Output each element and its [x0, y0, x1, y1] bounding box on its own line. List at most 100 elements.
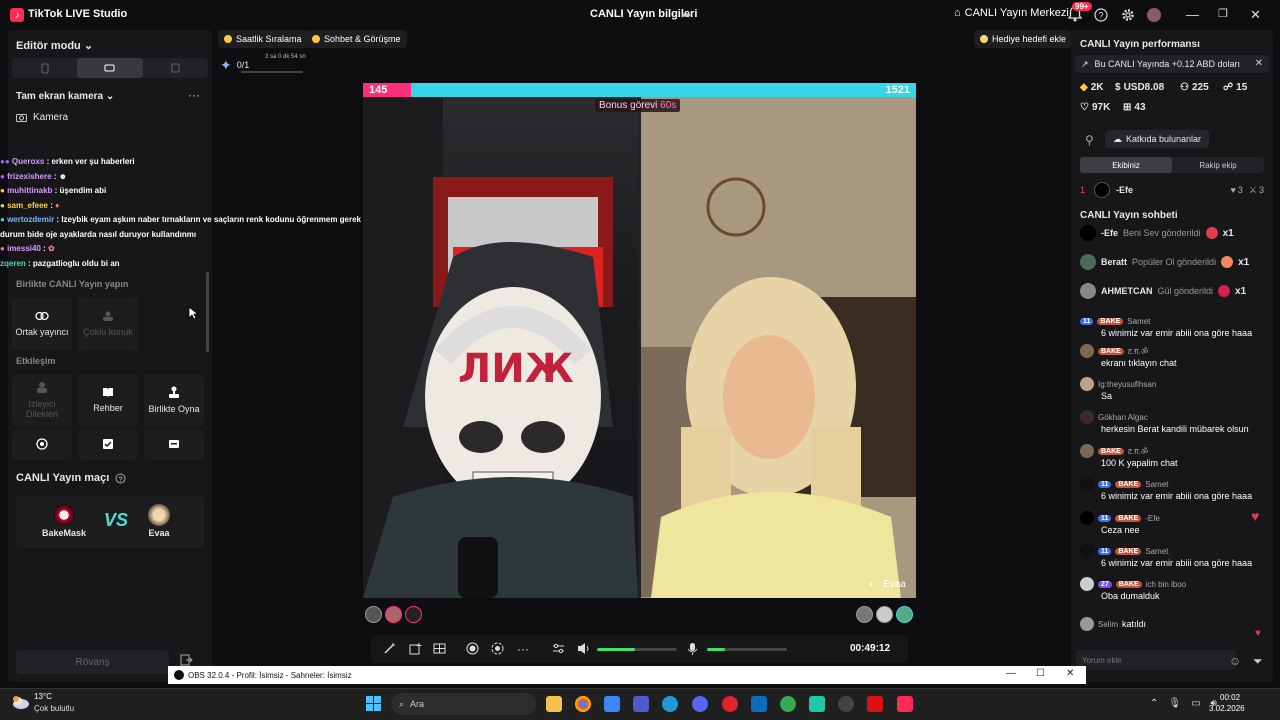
chat-user[interactable]: ट.ग़.ॐ: [1128, 446, 1148, 457]
obs-window-bar[interactable]: OBS 32.0.4 - Profil: İsimsiz - Sahneler:…: [168, 666, 1086, 684]
close-icon[interactable]: ✕: [1255, 58, 1263, 69]
chat-user[interactable]: ट.ग़.ॐ: [1128, 346, 1148, 357]
minimize-icon[interactable]: —: [1006, 668, 1016, 679]
gifter-avatar[interactable]: [385, 606, 402, 623]
rotate-layout-icon[interactable]: [143, 58, 208, 78]
mute-icon[interactable]: 🔈︎: [869, 579, 875, 590]
exit-icon[interactable]: [180, 654, 193, 666]
gifter-avatar[interactable]: [365, 606, 382, 623]
chat-user[interactable]: Samet: [1145, 480, 1168, 489]
display-icon[interactable]: ▭: [1191, 698, 1200, 709]
fullscreen-camera-dropdown[interactable]: Tam ekran kamera ⌄: [16, 91, 114, 102]
volume-slider[interactable]: [597, 648, 677, 651]
chat-user[interactable]: Selim: [1098, 620, 1118, 629]
more-icon[interactable]: ···: [517, 642, 529, 656]
link-icon: [35, 311, 49, 321]
share-arrow-icon[interactable]: ➦: [681, 8, 691, 22]
windows-start-icon[interactable]: [366, 696, 382, 712]
live-match-panel: CANLI Yayın maçı? BakeMask VS Evaa Rövan…: [8, 464, 212, 682]
camera-source[interactable]: Kamera: [16, 112, 68, 123]
close-icon[interactable]: ✕: [1066, 668, 1074, 679]
comment-input[interactable]: Yorum ekle: [1076, 650, 1236, 670]
play-together-button[interactable]: Birlikte Oyna: [144, 374, 204, 426]
gifter-avatar[interactable]: [405, 606, 422, 623]
obs-taskbar-icon[interactable]: [838, 696, 854, 712]
editor-mode-dropdown[interactable]: Editör modu ⌄: [16, 39, 93, 52]
speaker-icon[interactable]: [577, 642, 591, 655]
filter-icon[interactable]: ⏷: [1253, 654, 1263, 669]
adjust-icon[interactable]: [552, 642, 565, 655]
multi-guest-button[interactable]: Çoklu konuk: [78, 298, 138, 350]
viewer-requests-button[interactable]: İzleyici Dilekleri: [12, 374, 72, 426]
guide-button[interactable]: Rehber: [78, 374, 138, 426]
taskbar-search[interactable]: ⌕ Ara: [391, 693, 536, 715]
help-icon[interactable]: ?: [115, 473, 126, 484]
opera-icon[interactable]: [722, 696, 738, 712]
gifter-avatar[interactable]: [856, 606, 873, 623]
live-preview[interactable]: ЛИЖ 🔈︎ Evaa 145 1521 Bonus görevi 60s: [363, 83, 916, 598]
more-options-icon[interactable]: ···: [188, 88, 200, 102]
edge-icon[interactable]: [662, 696, 678, 712]
tiktok-taskbar-icon[interactable]: [897, 696, 913, 712]
chevron-up-icon[interactable]: ⌃: [1150, 698, 1158, 709]
chat-user[interactable]: ich bin iboo: [1146, 580, 1186, 589]
match-card[interactable]: BakeMask VS Evaa: [16, 496, 204, 548]
mic-tray-icon[interactable]: 🎙︎: [1168, 698, 1181, 709]
inbox-tool-button[interactable]: [144, 430, 204, 460]
browser-icon[interactable]: [780, 696, 796, 712]
overlay-chat-row: ● imessi40 : ✿: [0, 244, 55, 253]
contributors-button[interactable]: ☁ Katkıda bulunanlar: [1105, 130, 1210, 148]
portrait-layout-icon[interactable]: [12, 58, 77, 78]
minimize-icon[interactable]: —: [1186, 7, 1199, 22]
scrollbar[interactable]: [206, 272, 209, 352]
emoji-icon[interactable]: ☺: [1229, 654, 1241, 668]
tab-rival-team[interactable]: Rakip ekip: [1172, 157, 1264, 173]
contributor-row[interactable]: 1 -Efe ♥ 3 ⚔ 3: [1080, 182, 1264, 198]
restore-icon[interactable]: ❐: [1218, 7, 1228, 20]
badge-icon: ●: [0, 215, 5, 224]
user-add-icon[interactable]: ⚲: [1085, 133, 1094, 147]
magic-wand-icon[interactable]: [383, 642, 396, 655]
maximize-icon[interactable]: ☐: [1036, 668, 1045, 679]
clock-time[interactable]: 00:02: [1220, 693, 1240, 702]
chat-user[interactable]: Gökhan Algac: [1098, 413, 1148, 422]
app-icon[interactable]: [809, 696, 825, 712]
store-icon[interactable]: [604, 696, 620, 712]
chat-meet-button[interactable]: Sohbet & Görüşme: [306, 30, 407, 48]
chat-message: 11 BAKE Samet 6 winimiz var emir abiii ona …: [1080, 544, 1270, 568]
cloud-icon[interactable]: [12, 694, 30, 712]
clock-date[interactable]: 3.02.2026: [1209, 704, 1245, 713]
poll-tool-button[interactable]: [78, 430, 138, 460]
hourly-rank-button[interactable]: Saatlik Sıralama: [218, 30, 308, 48]
target-tool-button[interactable]: [12, 430, 72, 460]
chat-user[interactable]: Samet: [1145, 547, 1168, 556]
gifter-avatar[interactable]: [876, 606, 893, 623]
live-center-button[interactable]: ⌂ CANLI Yayın Merkezi: [954, 7, 1069, 19]
chat-user[interactable]: -Efe: [1145, 514, 1160, 523]
layout-icon[interactable]: [433, 642, 446, 655]
youtube-icon[interactable]: [867, 696, 883, 712]
chat-user[interactable]: Samet: [1127, 317, 1150, 326]
tab-your-team[interactable]: Ekibiniz: [1080, 157, 1172, 173]
profile-avatar[interactable]: [1147, 8, 1161, 22]
microphone-icon[interactable]: [687, 642, 698, 656]
landscape-layout-icon[interactable]: [77, 58, 143, 78]
gifter-avatar[interactable]: [896, 606, 913, 623]
add-gift-goal-button[interactable]: Hediye hedefi ekle: [974, 30, 1073, 48]
mail-icon[interactable]: [751, 696, 767, 712]
gear-icon[interactable]: [1121, 8, 1135, 22]
teams-icon[interactable]: [633, 696, 649, 712]
help-icon[interactable]: ?: [1094, 8, 1108, 22]
stat-gifts: ⊞ 43: [1123, 102, 1146, 113]
chat-user[interactable]: Ig:theyusufihsan: [1098, 380, 1156, 389]
camera-switch-icon[interactable]: [491, 642, 504, 655]
chrome-icon[interactable]: [575, 696, 591, 712]
discord-icon[interactable]: [692, 696, 708, 712]
close-icon[interactable]: ✕: [1250, 7, 1261, 23]
rematch-button[interactable]: Rövanş: [16, 650, 169, 674]
record-icon[interactable]: [466, 642, 479, 655]
cohost-button[interactable]: Ortak yayıncı: [12, 298, 72, 350]
mic-slider[interactable]: [707, 648, 787, 651]
add-source-icon[interactable]: [409, 642, 422, 655]
file-explorer-icon[interactable]: [546, 696, 562, 712]
